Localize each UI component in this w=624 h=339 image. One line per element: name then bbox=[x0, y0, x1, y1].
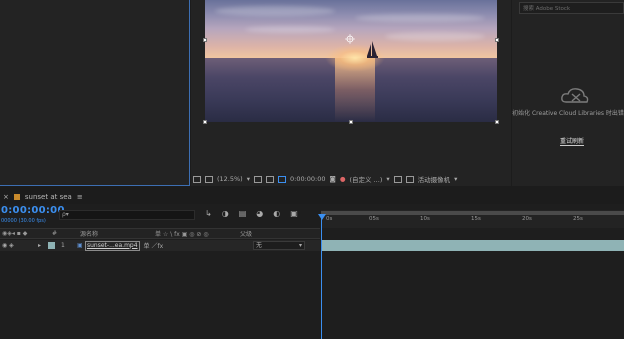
comp-name[interactable]: sunset at sea bbox=[25, 193, 72, 201]
grid-icon[interactable] bbox=[254, 175, 262, 183]
viewer-timecode[interactable]: 0:00:00:00 bbox=[290, 175, 326, 183]
color-channel-icon[interactable]: ● bbox=[340, 175, 346, 183]
layer-switches[interactable]: 单 ／fx bbox=[144, 241, 164, 250]
current-time-indicator-head[interactable] bbox=[318, 214, 326, 220]
shy-icon[interactable]: ◑ bbox=[222, 209, 229, 218]
motion-blur-icon[interactable]: ◕ bbox=[256, 209, 263, 218]
parent-dropdown[interactable]: 无 ▾ bbox=[253, 241, 305, 250]
tick-label: 25s bbox=[573, 216, 583, 222]
transform-handle[interactable] bbox=[203, 38, 207, 42]
anchor-point-icon[interactable] bbox=[345, 34, 355, 44]
frame-rate-label: 00000 (30.00 fps) bbox=[1, 218, 46, 224]
layer-index: 1 bbox=[61, 242, 65, 249]
zoom-dropdown[interactable]: (12.5%) bbox=[217, 175, 243, 183]
monitor-icon[interactable] bbox=[205, 175, 213, 183]
chevron-down-icon[interactable]: ▾ bbox=[386, 175, 389, 183]
menu-icon[interactable]: ≡ bbox=[77, 193, 83, 201]
source-name-column[interactable]: 源名称 bbox=[80, 229, 155, 238]
expand-arrow-icon[interactable]: ▸ bbox=[38, 242, 48, 249]
graph-editor-icon[interactable]: ◐ bbox=[273, 209, 280, 218]
region-icon[interactable] bbox=[278, 175, 286, 183]
cloud-error-icon bbox=[561, 88, 589, 103]
layer-duration-bar[interactable] bbox=[322, 240, 624, 251]
sailboat-image bbox=[367, 41, 378, 58]
tick-label: 0s bbox=[326, 216, 333, 222]
label-color[interactable] bbox=[48, 242, 55, 249]
view-mode-dropdown[interactable]: (自定义 ...) bbox=[350, 174, 383, 184]
layer-column-header: ◉◈◂ ▪ ◆ # 源名称 单 ☆ \ fx ▣ ◎ ⊘ ◎ 父级 bbox=[0, 228, 320, 239]
tick-label: 20s bbox=[522, 216, 532, 222]
camera-icon[interactable]: ◙ bbox=[330, 175, 336, 183]
composition-frame[interactable] bbox=[205, 0, 497, 122]
tick-label: 15s bbox=[471, 216, 481, 222]
layer-name[interactable]: sunset-...ea.mp4 bbox=[85, 240, 140, 251]
cloud bbox=[245, 26, 335, 33]
library-error-message: 初始化 Creative Cloud Libraries 时出错 bbox=[512, 110, 624, 117]
tick-label: 10s bbox=[420, 216, 430, 222]
cloud bbox=[385, 32, 485, 41]
cloud bbox=[215, 6, 335, 16]
chevron-down-icon[interactable]: ▾ bbox=[247, 175, 250, 183]
visibility-icon[interactable]: ◉ ◈ bbox=[0, 242, 38, 249]
draft-3d-icon[interactable]: ↳ bbox=[205, 209, 212, 218]
view-layout-icon[interactable] bbox=[393, 175, 402, 183]
layer-row[interactable]: ◉ ◈ ▸ 1 ▣ sunset-...ea.mp4 单 ／fx 无 ▾ bbox=[0, 240, 320, 251]
snapshot-icon[interactable] bbox=[193, 175, 201, 183]
parent-value: 无 bbox=[256, 242, 263, 249]
current-time[interactable]: 0:00:00:00 bbox=[1, 205, 65, 216]
transform-handle[interactable] bbox=[495, 120, 499, 124]
chevron-down-icon[interactable]: ▾ bbox=[454, 175, 457, 183]
current-time-indicator[interactable] bbox=[321, 214, 322, 339]
project-panel[interactable] bbox=[0, 0, 190, 186]
parent-column[interactable]: 父级 bbox=[240, 229, 252, 238]
timeline-tab[interactable]: × sunset at sea ≡ bbox=[0, 190, 624, 204]
frame-blend-icon[interactable]: ▤ bbox=[239, 209, 247, 218]
comp-color-icon bbox=[13, 194, 20, 200]
switches-column[interactable]: 单 ☆ \ fx ▣ ◎ ⊘ ◎ bbox=[155, 229, 240, 238]
tick-label: 05s bbox=[369, 216, 379, 222]
av-features-icons[interactable]: ◉◈◂ ▪ ◆ bbox=[0, 230, 52, 237]
close-icon[interactable]: × bbox=[3, 193, 9, 201]
transform-handle[interactable] bbox=[349, 120, 353, 124]
viewer-toolbar: (12.5%) ▾ 0:00:00:00 ◙ ● (自定义 ...) ▾ 活动摄… bbox=[191, 172, 511, 186]
cloud bbox=[355, 14, 485, 22]
footage-icon: ▣ bbox=[77, 242, 83, 249]
library-search-input[interactable]: 搜索 Adobe Stock bbox=[519, 2, 624, 14]
mask-icon[interactable] bbox=[266, 175, 274, 183]
refresh-link[interactable]: 重试刷新 bbox=[560, 138, 585, 146]
work-area-bar[interactable] bbox=[321, 211, 624, 215]
3d-view-icon[interactable] bbox=[405, 175, 414, 183]
layer-search-input[interactable]: ρ▾ bbox=[59, 210, 195, 220]
timeline-tools: ↳ ◑ ▤ ◕ ◐ ▣ bbox=[205, 209, 298, 218]
composition-flowchart-icon[interactable]: ▣ bbox=[290, 209, 298, 218]
renderer-dropdown[interactable]: 活动摄像机 bbox=[418, 174, 451, 184]
transform-handle[interactable] bbox=[203, 120, 207, 124]
chevron-down-icon[interactable]: ▾ bbox=[299, 242, 302, 249]
transform-handle[interactable] bbox=[495, 38, 499, 42]
num-column[interactable]: # bbox=[52, 230, 80, 237]
